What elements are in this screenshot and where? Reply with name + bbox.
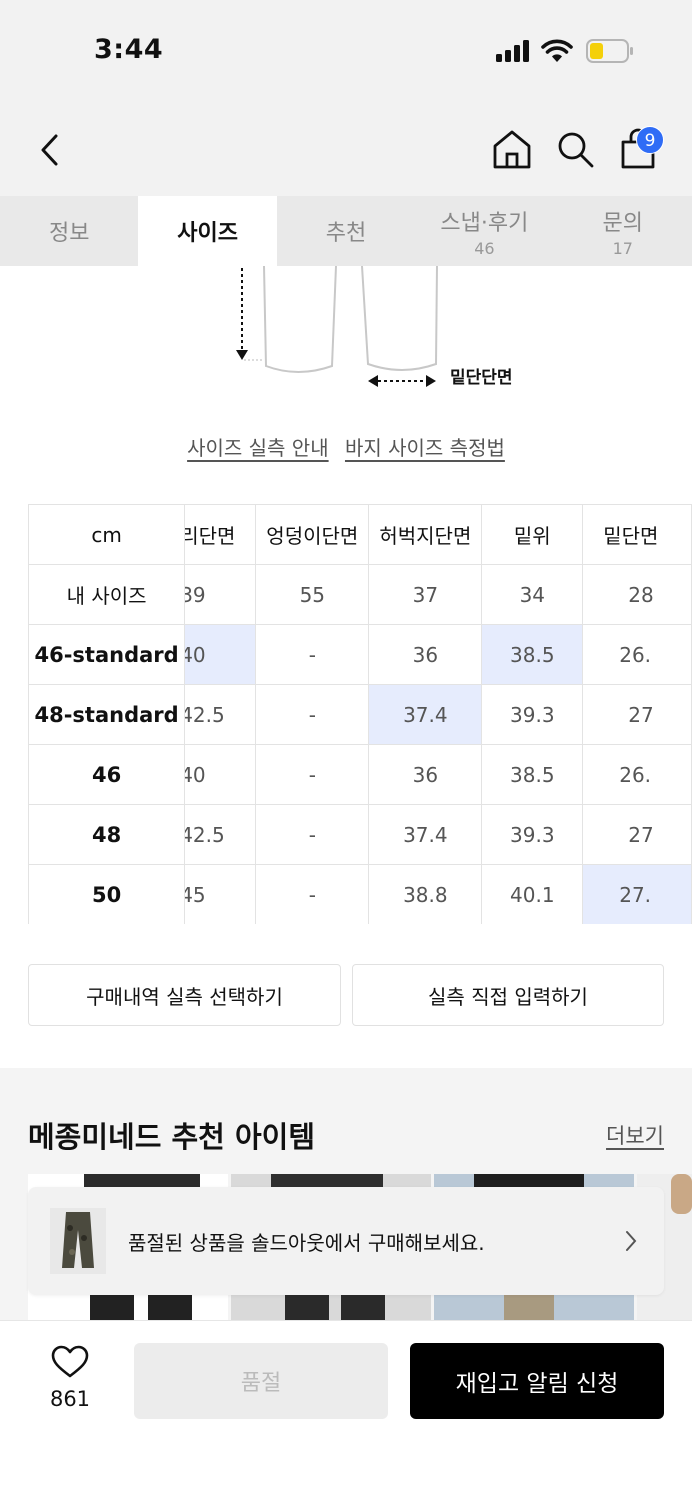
table-cell: - — [255, 864, 370, 924]
table-header-cell: cm — [28, 504, 186, 565]
table-cell: 37 — [368, 564, 483, 625]
cart-count-badge: 9 — [636, 126, 664, 154]
tab-label: 문의 — [602, 210, 643, 236]
hem-width-label: 밑단단면 — [450, 368, 513, 388]
tab-snap-review[interactable]: 스냅·후기 46 — [415, 196, 553, 266]
tab-label: 스냅·후기 — [440, 210, 529, 236]
toast-message: 품절된 상품을 솔드아웃에서 구매해보세요. — [128, 1231, 485, 1255]
bottom-action-bar: 861 품절 재입고 알림 신청 — [0, 1320, 692, 1500]
battery-icon — [586, 39, 633, 63]
tab-label: 사이즈 — [177, 221, 238, 246]
tab-count: 46 — [474, 238, 495, 258]
table-header-cell: 허벅지단면 — [368, 504, 483, 565]
pants-measurement-diagram: 밑단단면 — [0, 265, 692, 406]
soldout-button: 품절 — [134, 1343, 388, 1419]
table-cell: 40 — [184, 624, 257, 685]
size-table[interactable]: cm 리단면 엉덩이단면 허벅지단면 밑위 밑단면 내 사이즈 39 55 37… — [28, 504, 692, 924]
table-cell: 27 — [582, 804, 692, 865]
cellular-signal-icon — [496, 40, 530, 62]
tab-inquiry[interactable]: 문의 17 — [554, 196, 692, 266]
tab-count: 17 — [612, 238, 633, 258]
status-time: 3:44 — [94, 34, 164, 65]
tab-size[interactable]: 사이즈 — [138, 196, 277, 266]
table-cell: 45 — [184, 864, 257, 924]
table-header-cell: 엉덩이단면 — [255, 504, 370, 565]
table-row: 내 사이즈 39 55 37 34 28 — [28, 564, 692, 625]
table-cell: 27. — [582, 864, 692, 924]
table-cell: - — [255, 684, 370, 745]
row-label: 50 — [28, 864, 186, 924]
chevron-right-icon — [626, 1231, 637, 1251]
table-cell: 37.4 — [368, 684, 483, 745]
select-purchase-history-button[interactable]: 구매내역 실측 선택하기 — [28, 964, 341, 1026]
size-guide-links: 사이즈 실측 안내 바지 사이즈 측정법 — [0, 432, 692, 461]
restock-notify-button[interactable]: 재입고 알림 신청 — [410, 1343, 664, 1419]
row-label: 48-standard — [28, 684, 186, 745]
table-cell: 39.3 — [481, 804, 584, 865]
table-cell: 36 — [368, 744, 483, 805]
table-cell: - — [255, 804, 370, 865]
manual-input-button[interactable]: 실측 직접 입력하기 — [352, 964, 664, 1026]
table-cell: 42.5 — [184, 684, 257, 745]
tab-label: 정보 — [48, 221, 90, 246]
home-icon[interactable] — [490, 127, 534, 171]
table-cell: 26. — [582, 624, 692, 685]
product-tabs: 정보 사이즈 추천 스냅·후기 46 문의 17 — [0, 196, 692, 266]
soldout-toast[interactable]: 품절된 상품을 솔드아웃에서 구매해보세요. — [28, 1187, 664, 1295]
status-bar: 3:44 — [0, 0, 692, 100]
table-row: 50 45 - 38.8 40.1 27. — [28, 864, 692, 924]
table-header-cell: 밑위 — [481, 504, 584, 565]
tab-label: 추천 — [325, 221, 367, 246]
table-cell: 38.5 — [481, 624, 584, 685]
table-header-cell: 밑단면 — [582, 504, 692, 565]
like-count: 861 — [49, 1387, 91, 1411]
table-cell: - — [255, 744, 370, 805]
table-cell: 39.3 — [481, 684, 584, 745]
table-cell: 34 — [481, 564, 584, 625]
table-cell: 28 — [582, 564, 692, 625]
tab-info[interactable]: 정보 — [0, 196, 138, 266]
table-cell: 42.5 — [184, 804, 257, 865]
product-thumbnail — [50, 1208, 106, 1274]
wifi-icon — [541, 39, 573, 62]
row-label: 48 — [28, 804, 186, 865]
back-arrow-icon[interactable] — [34, 130, 68, 170]
table-row: 46-standard 40 - 36 38.5 26. — [28, 624, 692, 685]
table-cell: 38.8 — [368, 864, 483, 924]
search-icon[interactable] — [553, 127, 597, 171]
heart-icon[interactable] — [40, 1345, 100, 1379]
measure-method-link[interactable]: 바지 사이즈 측정법 — [345, 436, 505, 460]
table-row: 46 40 - 36 38.5 26. — [28, 744, 692, 805]
table-header-row: cm 리단면 엉덩이단면 허벅지단면 밑위 밑단면 — [28, 504, 692, 565]
table-cell: - — [255, 624, 370, 685]
table-cell: 38.5 — [481, 744, 584, 805]
row-label: 내 사이즈 — [28, 564, 186, 625]
table-cell: 27 — [582, 684, 692, 745]
row-label: 46 — [28, 744, 186, 805]
table-cell: 37.4 — [368, 804, 483, 865]
more-link[interactable]: 더보기 — [606, 1120, 664, 1150]
table-cell: 36 — [368, 624, 483, 685]
top-navigation — [0, 100, 692, 196]
table-cell: 39 — [184, 564, 257, 625]
table-row: 48 42.5 - 37.4 39.3 27 — [28, 804, 692, 865]
table-cell: 40.1 — [481, 864, 584, 924]
table-header-cell: 리단면 — [184, 504, 257, 565]
table-cell: 26. — [582, 744, 692, 805]
recommend-title: 메종미네드 추천 아이템 — [28, 1120, 315, 1154]
size-guide-link[interactable]: 사이즈 실측 안내 — [187, 436, 329, 460]
tab-recommend[interactable]: 추천 — [277, 196, 415, 266]
table-row: 48-standard 42.5 - 37.4 39.3 27 — [28, 684, 692, 745]
table-cell: 55 — [255, 564, 370, 625]
row-label: 46-standard — [28, 624, 186, 685]
table-cell: 40 — [184, 744, 257, 805]
pants-outline-illustration — [236, 265, 438, 387]
